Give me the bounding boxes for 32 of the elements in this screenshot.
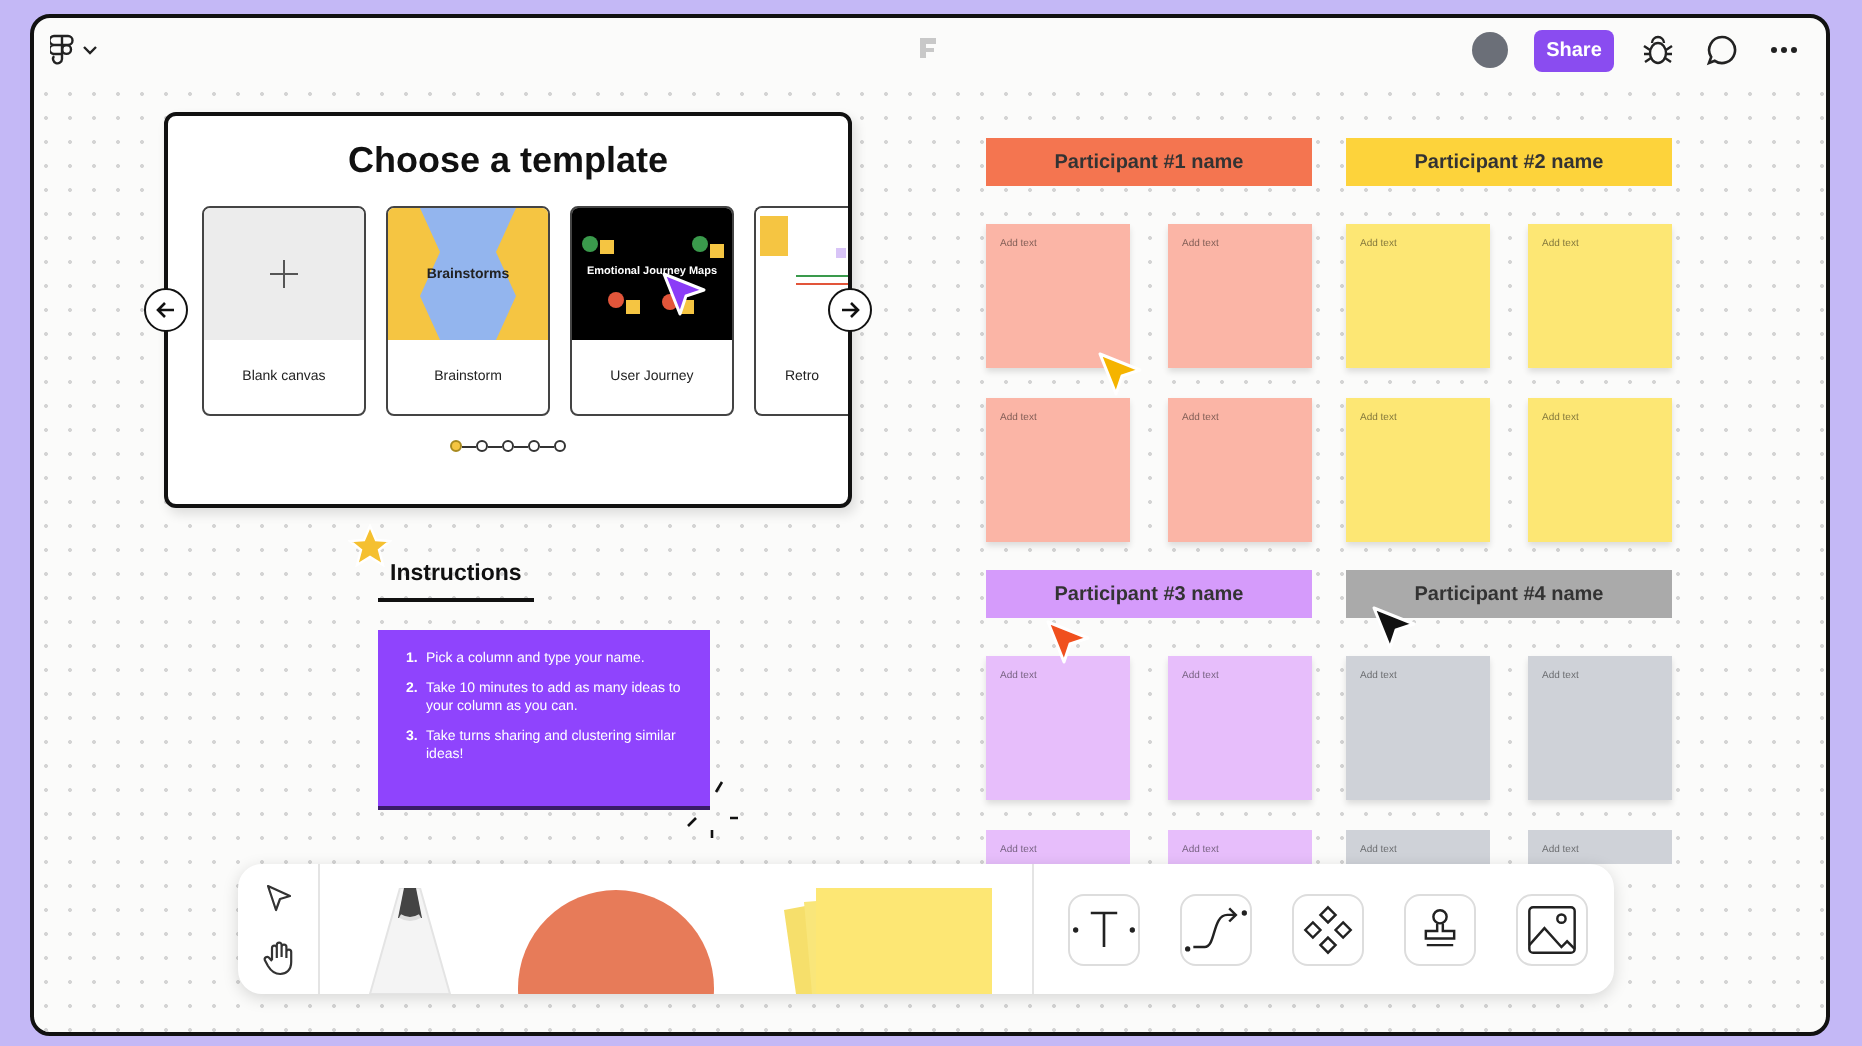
avatar-icon[interactable] — [1472, 32, 1508, 68]
dots-drawing — [582, 236, 724, 258]
retro-preview-drawing — [760, 216, 848, 286]
template-title: Choose a template — [347, 140, 669, 182]
star-icon — [348, 524, 392, 568]
participant-header[interactable]: Participant #4 name — [1346, 570, 1672, 618]
instructions-heading: Instructions — [378, 562, 534, 602]
cursor-icon — [1370, 604, 1418, 652]
pointer-icon[interactable] — [264, 883, 292, 911]
hourglass-drawing — [416, 208, 520, 340]
page-dot[interactable] — [476, 440, 488, 452]
pencil-drawing[interactable] — [368, 888, 452, 994]
logo-icon[interactable] — [50, 34, 74, 66]
page-dot[interactable] — [554, 440, 566, 452]
share-button[interactable]: Share — [1534, 29, 1614, 71]
hand-icon[interactable] — [262, 939, 294, 975]
comment-icon[interactable] — [1706, 34, 1738, 66]
file-icon — [920, 38, 936, 58]
arrow-right-icon[interactable] — [840, 300, 860, 320]
bug-icon[interactable] — [1642, 34, 1674, 66]
participant-header[interactable]: Participant #3 name — [986, 570, 1312, 618]
page-dot[interactable] — [450, 440, 462, 452]
arrow-left-icon[interactable] — [156, 300, 176, 320]
plus-icon — [270, 260, 298, 288]
participant-header[interactable]: Participant #1 name — [986, 138, 1312, 186]
chevron-down-icon[interactable] — [82, 44, 98, 56]
previous-button[interactable] — [144, 288, 188, 332]
page-dot[interactable] — [502, 440, 514, 452]
page-dot[interactable] — [528, 440, 540, 452]
more-icon[interactable] — [1770, 46, 1798, 54]
participant-header[interactable]: Participant #2 name — [1346, 138, 1672, 186]
circle-shape-drawing[interactable] — [518, 890, 714, 994]
